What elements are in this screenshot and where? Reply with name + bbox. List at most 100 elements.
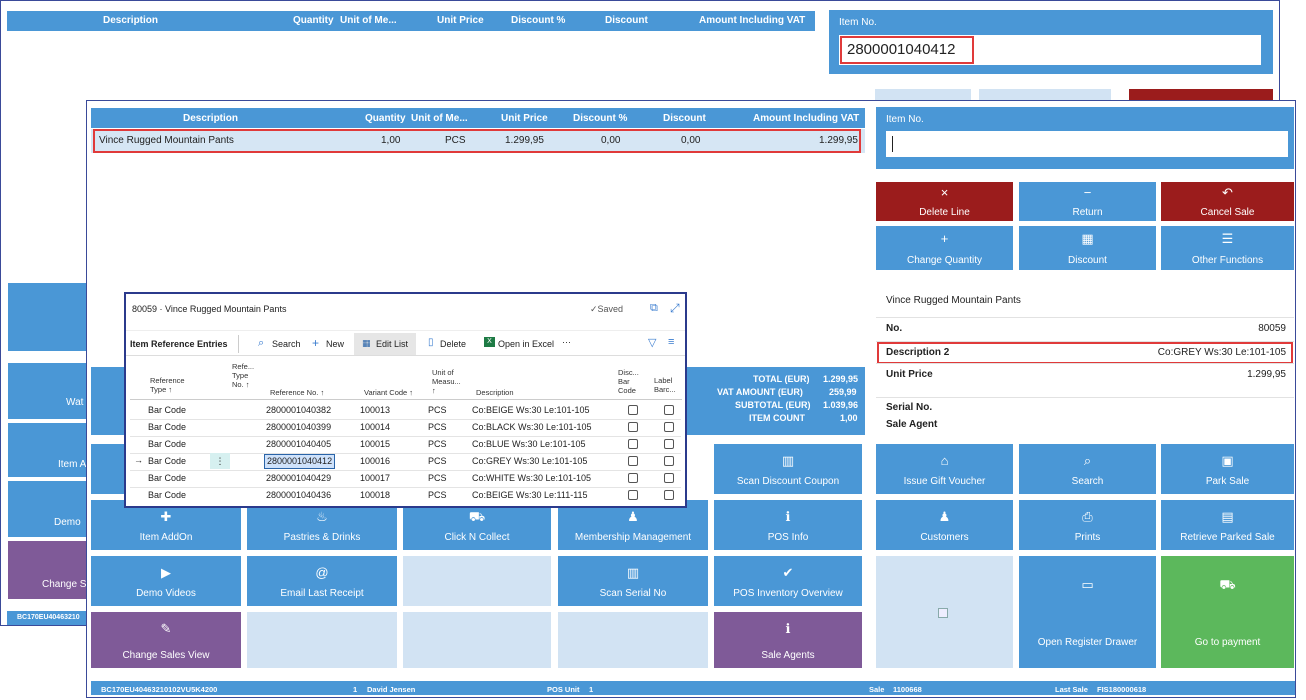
customers-button[interactable]: ♟ Customers [876,500,1013,550]
col-reference-no[interactable]: Reference No. ↑ [270,388,324,397]
col-quantity: Quantity [365,113,406,124]
empty-tile [558,612,708,668]
table-row[interactable]: Bar Code 2800001040382 100013 PCS Co:BEI… [130,402,681,420]
scan-discount-coupon-button[interactable]: ▥ Scan Discount Coupon [714,444,862,494]
cell-uom: PCS [428,456,447,466]
table-row[interactable]: Bar Code 2800001040405 100015 PCS Co:BLU… [130,436,681,454]
table-row[interactable]: Bar Code 2800001040429 100017 PCS Co:WHI… [130,470,681,488]
discontinue-checkbox[interactable] [628,439,638,449]
label-checkbox[interactable] [664,422,674,432]
open-register-drawer-button[interactable]: ▭ Open Register Drawer [1019,556,1156,668]
other-functions-button[interactable]: ☰ Other Functions [1161,226,1294,270]
discount-button[interactable]: ▦ Discount [1019,226,1156,270]
edit-list-icon: ▦ [362,338,371,348]
list-options-icon[interactable]: ≡ [668,336,674,348]
open-excel-action[interactable]: Open in Excel [498,339,554,349]
expand-icon[interactable]: ⤢ [670,301,680,316]
cell-ref-no-editing[interactable]: 2800001040412 [264,454,336,469]
search-icon[interactable]: ⌕ [258,337,264,350]
label-checkbox[interactable] [664,473,674,483]
col-description[interactable]: Description [476,388,514,397]
plus-icon[interactable]: + [312,336,319,350]
discontinue-checkbox[interactable] [628,473,638,483]
return-button[interactable]: − Return [1019,182,1156,221]
open-new-window-icon[interactable]: ⧉ [650,302,658,315]
line-quantity: 1,00 [381,135,401,146]
cell-description: Co:BLACK Ws:30 Le:101-105 [472,422,592,432]
tile-label: Click N Collect [444,532,510,543]
discontinue-checkbox[interactable] [628,405,638,415]
cell-uom: PCS [428,439,447,449]
search-button[interactable]: ⌕ Search [1019,444,1156,494]
label-checkbox[interactable] [664,490,674,500]
back-left-tile-0[interactable] [8,283,88,351]
table-row[interactable]: Bar Code 2800001040436 100018 PCS Co:BEI… [130,487,681,504]
col-amount: Amount Including VAT [753,113,860,124]
retrieve-parked-sale-button[interactable]: ▤ Retrieve Parked Sale [1161,500,1294,550]
table-row[interactable]: Bar Code 2800001040399 100014 PCS Co:BLA… [130,419,681,437]
col-unit-price: Unit Price [501,113,548,124]
col-discontinue-bar-code[interactable]: Disc... Bar Code [618,368,639,395]
discontinue-checkbox[interactable] [628,456,638,466]
sale-agents-button[interactable]: ℹ Sale Agents [714,612,862,668]
line-discount: 0,00 [681,135,701,146]
cancel-sale-button[interactable]: ↶ Cancel Sale [1161,182,1294,221]
back-left-tile-3[interactable]: Demo [8,481,88,537]
status-last-sale-label: Last Sale [1055,685,1088,694]
demo-videos-button[interactable]: ▶ Demo Videos [91,556,241,606]
row-actions-icon[interactable]: ⋮ [210,453,230,469]
tile-label: Scan Discount Coupon [736,476,840,487]
delete-line-button[interactable]: × Delete Line [876,182,1013,221]
empty-tile [247,612,397,668]
search-action[interactable]: Search [272,339,301,349]
info-icon: ℹ [785,621,791,636]
gift-icon: ⌂ [940,453,949,468]
new-action[interactable]: New [326,339,344,349]
excel-icon[interactable]: X [484,337,495,347]
no-label: No. [886,323,903,334]
item-count-value: 1,00 [840,413,858,423]
back-left-tile-4[interactable]: Change S [8,541,88,599]
change-quantity-button[interactable]: + Change Quantity [876,226,1013,270]
scan-serial-no-button[interactable]: ▥ Scan Serial No [558,556,708,606]
issue-gift-voucher-button[interactable]: ⌂ Issue Gift Voucher [876,444,1013,494]
more-actions[interactable]: ··· [562,337,571,347]
label-checkbox[interactable] [664,456,674,466]
item-no-input[interactable]: 2800001040412 [839,35,1261,65]
user-icon: ♟ [938,509,951,524]
label-checkbox[interactable] [664,405,674,415]
pos-inventory-overview-button[interactable]: ✔ POS Inventory Overview [714,556,862,606]
col-variant-code[interactable]: Variant Code ↑ [364,388,413,397]
table-row-selected[interactable]: → Bar Code ⋮ 2800001040412 100016 PCS Co… [130,453,681,471]
edit-list-action[interactable]: ▦ Edit List [354,333,416,355]
col-label-barcode[interactable]: Label Barc... [654,376,676,394]
col-unit-of-measure[interactable]: Unit of Measu... ↑ [432,368,461,395]
change-sales-view-button[interactable]: ✎ Change Sales View [91,612,241,668]
back-left-tile-1[interactable]: Wat [8,363,88,419]
item-count-label: ITEM COUNT [749,413,805,423]
tile-label: Pastries & Drinks [283,532,361,543]
item-no-input[interactable] [886,131,1288,157]
status-pos-unit-label: POS Unit [547,685,580,694]
discontinue-checkbox[interactable] [628,490,638,500]
unit-price-row: Unit Price 1.299,95 [876,363,1294,386]
prints-button[interactable]: ⎙ Prints [1019,500,1156,550]
sale-line-row[interactable]: Vince Rugged Mountain Pants 1,00 PCS 1.2… [91,129,865,153]
col-reference-type-no[interactable]: Refe... Type No. ↑ [232,362,254,389]
discontinue-checkbox[interactable] [628,422,638,432]
col-reference-type[interactable]: Reference Type ↑ [150,376,185,394]
delete-action[interactable]: Delete [440,339,466,349]
cell-ref-no: 2800001040399 [266,422,332,432]
go-to-payment-button[interactable]: ⛟ Go to payment [1161,556,1294,668]
unit-price-value: 1.299,95 [1247,369,1286,380]
email-last-receipt-button[interactable]: @ Email Last Receipt [247,556,397,606]
page-name: Item Reference Entries [130,339,228,349]
back-left-tile-2[interactable]: Item A [8,423,88,477]
park-sale-button[interactable]: ▣ Park Sale [1161,444,1294,494]
pos-info-button[interactable]: ℹ POS Info [714,500,862,550]
filter-icon[interactable]: ▽ [648,336,656,349]
total-label: TOTAL (EUR) [753,374,810,384]
label-checkbox[interactable] [664,439,674,449]
delete-icon[interactable]: ▯ [428,337,434,348]
check-icon: ✔ [782,565,794,580]
